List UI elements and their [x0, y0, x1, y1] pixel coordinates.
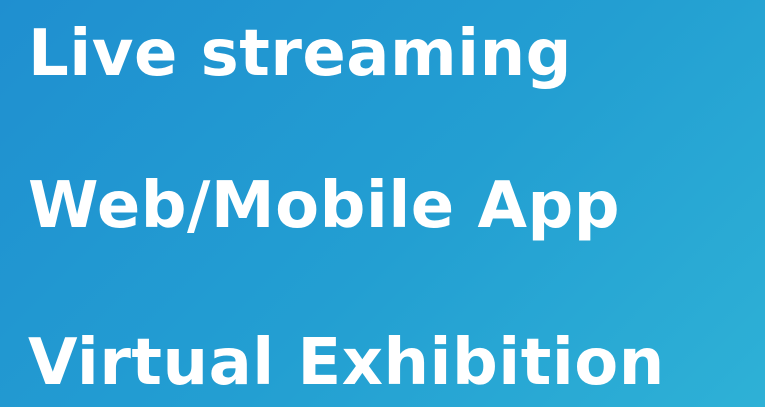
service-web-mobile-app: Web/Mobile App [28, 169, 621, 243]
service-live-streaming: Live streaming [28, 17, 572, 91]
service-virtual-exhibition: Virtual Exhibition [28, 326, 665, 400]
services-banner: Live streaming Web/Mobile App Virtual Ex… [0, 0, 765, 407]
